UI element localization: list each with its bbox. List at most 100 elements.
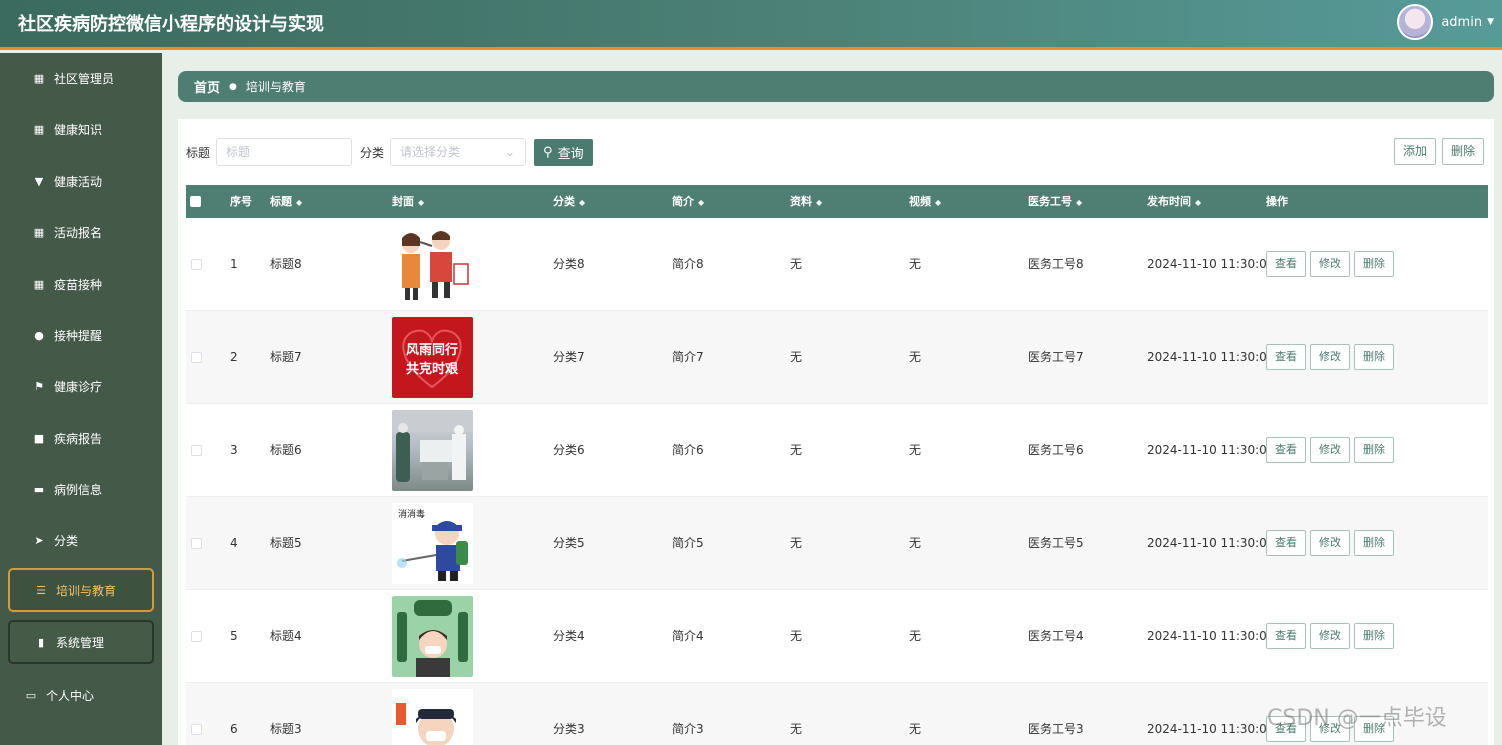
select-all-checkbox[interactable] [190,196,201,207]
title-search-input[interactable]: 标题 [216,138,353,166]
edit-button[interactable]: 修改 [1310,344,1350,370]
row-delete-button[interactable]: 删除 [1354,251,1394,277]
row-checkbox[interactable] [191,352,202,363]
row-actions: 查看 修改 删除 [1266,623,1398,649]
row-staff-id: 医务工号8 [1028,257,1084,271]
main-panel: 标题 标题 分类 请选择分类 ⌄ ⚲ 查询 添加 删除 序号 标题 ◆ 封面 ◆ 分… [178,119,1494,745]
edit-button[interactable]: 修改 [1310,623,1350,649]
column-header[interactable]: 医务工号 ◆ [1028,185,1082,218]
cover-image[interactable] [392,224,473,305]
row-title: 标题7 [270,350,302,364]
column-header[interactable]: 视频 ◆ [909,185,941,218]
row-checkbox[interactable] [191,724,202,735]
row-title: 标题5 [270,536,302,550]
table-header: 序号 标题 ◆ 封面 ◆ 分类 ◆ 简介 ◆ 资料 ◆ 视频 ◆ 医务工号 ◆ 发布时间 ◆ 操… [186,185,1488,218]
edit-button[interactable]: 修改 [1310,251,1350,277]
row-checkbox[interactable] [191,445,202,456]
breadcrumb-home[interactable]: 首页 [194,77,220,96]
row-no: 6 [230,722,238,736]
sidebar-item-personal-center[interactable]: ▭ 个人中心 [8,673,154,717]
cover-image[interactable] [392,689,473,745]
add-button[interactable]: 添加 [1393,138,1436,165]
row-actions: 查看 修改 删除 [1266,437,1398,463]
search-bar: 标题 标题 分类 请选择分类 ⌄ ⚲ 查询 添加 删除 [186,138,1486,166]
sidebar-item-vaccine-reminder[interactable]: ● 接种提醒 [8,313,154,357]
row-staff-id: 医务工号5 [1028,536,1084,550]
avatar[interactable] [1397,4,1434,40]
row-no: 5 [230,629,238,643]
breadcrumb-current: 培训与教育 [245,80,306,94]
row-title: 标题6 [270,443,302,457]
bar-chart-icon: ▮ [37,635,45,649]
view-button[interactable]: 查看 [1266,623,1306,649]
row-delete-button[interactable]: 删除 [1354,437,1394,463]
sidebar-item-label: 活动报名 [54,225,103,240]
column-header[interactable]: 序号 [230,185,252,218]
view-button[interactable]: 查看 [1266,344,1306,370]
sort-icon: ◆ [698,198,705,207]
column-header[interactable]: 简介 ◆ [672,185,704,218]
column-header[interactable]: 分类 ◆ [553,185,585,218]
sidebar-item-health-activity[interactable]: ▼ 健康活动 [8,159,154,203]
column-header[interactable]: 封面 ◆ [392,185,424,218]
column-header[interactable]: 资料 ◆ [790,185,822,218]
sidebar-item-label: 系统管理 [56,635,105,650]
sidebar-item-activity-signup[interactable]: ▦ 活动报名 [8,210,154,254]
row-delete-button[interactable]: 删除 [1354,344,1394,370]
sidebar-item-label: 个人中心 [46,688,95,703]
view-button[interactable]: 查看 [1266,530,1306,556]
sidebar-item-case-info[interactable]: ▬ 病例信息 [8,467,154,511]
column-header[interactable]: 标题 ◆ [270,185,302,218]
view-button[interactable]: 查看 [1266,251,1306,277]
user-name[interactable]: admin [1441,15,1482,30]
sidebar-item-label: 疾病报告 [54,431,103,446]
category-select[interactable]: 请选择分类 ⌄ [390,138,527,166]
flag-icon: ⚑ [34,379,44,393]
chevron-down-icon[interactable]: ▼ [1487,17,1494,27]
delete-button[interactable]: 删除 [1441,138,1484,165]
cover-image[interactable] [392,596,473,677]
sidebar-item-disease-report[interactable]: ■ 疾病报告 [8,416,154,460]
row-checkbox[interactable] [191,631,202,642]
row-category: 分类7 [553,350,585,364]
cover-image[interactable]: 消消毒 [392,503,473,584]
row-category: 分类3 [553,722,585,736]
user-menu[interactable]: admin ▼ [1397,3,1494,41]
cover-text: 消消毒 [398,508,425,520]
cover-image[interactable]: 风雨同行 共克时艰 [392,317,473,398]
row-material: 无 [790,443,803,457]
sidebar-item-label: 培训与教育 [56,583,117,598]
row-checkbox[interactable] [191,538,202,549]
chevron-down-icon: ⌄ [504,145,516,159]
sidebar-item-health-treatment[interactable]: ⚑ 健康诊疗 [8,364,154,408]
row-time: 2024-11-10 11:30:09 [1147,536,1275,550]
sort-icon: ◆ [1076,198,1083,207]
sort-icon: ◆ [935,198,942,207]
sidebar-item-community-admin[interactable]: ▦ 社区管理员 [8,56,154,100]
row-staff-id: 医务工号3 [1028,722,1084,736]
column-header[interactable]: 发布时间 ◆ [1147,185,1201,218]
sidebar-item-health-knowledge[interactable]: ▦ 健康知识 [8,107,154,151]
edit-button[interactable]: 修改 [1310,530,1350,556]
view-button[interactable]: 查看 [1266,437,1306,463]
sidebar-item-training[interactable]: ☰ 培训与教育 [8,568,154,612]
cover-image[interactable] [392,410,473,491]
row-delete-button[interactable]: 删除 [1354,623,1394,649]
category-label: 分类 [360,145,385,160]
query-button[interactable]: ⚲ 查询 [534,138,593,166]
edit-button[interactable]: 修改 [1310,437,1350,463]
query-button-label: 查询 [557,146,584,162]
sidebar-item-category[interactable]: ➤ 分类 [8,518,154,562]
sidebar-item-label: 健康知识 [54,122,103,137]
row-intro: 简介4 [672,629,704,643]
row-time: 2024-11-10 11:30:09 [1147,443,1275,457]
table-row: 4 标题5 消消毒 分类5 简介5 无 无 医务工号5 2024-11-10 1… [186,497,1488,590]
row-category: 分类6 [553,443,585,457]
row-delete-button[interactable]: 删除 [1354,530,1394,556]
send-icon: ➤ [34,533,44,547]
sort-icon: ◆ [296,198,303,207]
sidebar-item-system-admin[interactable]: ▮ 系统管理 [8,620,154,664]
row-checkbox[interactable] [191,259,202,270]
sidebar-item-vaccination[interactable]: ▦ 疫苗接种 [8,262,154,306]
table-row: 1 标题8 分类8 简介8 无 无 医务工号8 2024-11-10 11:30 [186,218,1488,311]
